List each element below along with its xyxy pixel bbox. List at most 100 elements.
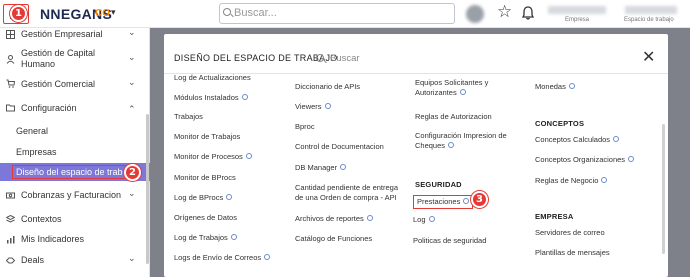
sidebar-item-label: Gestión Empresarial	[21, 29, 103, 39]
panel-link[interactable]: Log de Trabajos	[174, 233, 237, 243]
info-icon	[601, 177, 608, 184]
panel-link-label: Conceptos Organizaciones	[535, 155, 626, 164]
panel-link[interactable]: Log de Actualizaciones	[174, 73, 251, 83]
panel-link[interactable]: Cantidad pendiente de entrega de una Ord…	[295, 183, 407, 203]
panel-link[interactable]: Log de BProcs	[174, 193, 233, 203]
sidebar-item-label: Deals	[21, 255, 45, 265]
panel-link[interactable]: Log	[413, 215, 435, 225]
panel-link-label: Diccionario de APIs	[295, 82, 361, 91]
sidebar-item-label: Contextos	[21, 214, 62, 224]
panel-link[interactable]: Conceptos Organizaciones	[535, 155, 635, 165]
workspace-selector-label: Espacio de trabajo	[624, 17, 674, 23]
panel-link[interactable]: Conceptos Calculados	[535, 135, 620, 145]
panel-link[interactable]: Logs de Envío de Correos	[174, 253, 271, 263]
section-title-empresa: EMPRESA	[535, 212, 574, 221]
sidebar-item-capital-humano[interactable]: Gestión de Capital Humano ⌄	[0, 47, 150, 71]
section-title-seguridad: SEGURIDAD	[415, 180, 462, 189]
panel-link[interactable]: Politicas de seguridad	[413, 236, 486, 246]
info-icon	[241, 94, 248, 101]
info-icon	[448, 142, 455, 149]
chevron-down-icon: ⌄	[128, 253, 136, 263]
panel-link[interactable]: Orígenes de Datos	[174, 213, 237, 223]
cart-icon	[6, 79, 15, 88]
close-icon[interactable]: ✕	[642, 47, 655, 66]
sidebar-item-label: Gestión de Capital Humano	[21, 48, 96, 69]
panel-link[interactable]: Equipos Solicitantes y Autorizantes	[415, 78, 527, 98]
panel-link-label: Archivos de reportes	[295, 214, 364, 223]
info-icon	[324, 103, 331, 110]
sidebar-active-label: Diseño del espacio de trabajo	[12, 165, 139, 179]
panel-link-label: Reglas de Autorizacion	[415, 112, 492, 121]
sidebar-scrollbar[interactable]	[146, 114, 149, 264]
panel-link-label: Bproc	[295, 122, 315, 131]
panel-link-label: Monitor de Procesos	[174, 152, 243, 161]
sidebar-item-contextos[interactable]: Contextos	[0, 213, 150, 227]
sidebar-item-label: Configuración	[21, 103, 77, 113]
info-icon	[340, 164, 347, 171]
panel-link[interactable]: Diccionario de APIs	[295, 82, 360, 92]
panel-link-label: Trabajos	[174, 112, 203, 121]
panel-link[interactable]: Prestaciones	[413, 195, 474, 209]
panel-link[interactable]: DB Manager	[295, 163, 347, 173]
panel-link[interactable]: Viewers	[295, 102, 331, 112]
panel-link-label: Módulos Instalados	[174, 93, 239, 102]
sidebar-item-gestion-empresarial[interactable]: Gestión Empresarial ⌄	[0, 27, 150, 42]
panel-link[interactable]: Reglas de Autorizacion	[415, 112, 492, 122]
step-badge-1: 1	[10, 5, 27, 22]
panel-link-label: Viewers	[295, 102, 322, 111]
sidebar: Gestión Empresarial ⌄ Gestión de Capital…	[0, 27, 150, 277]
chevron-down-icon: ⌄	[128, 77, 136, 87]
top-bar: 1 NNEGANS CO ▾ Buscar... ☆ Empresa Espac…	[0, 0, 690, 28]
panel-search-placeholder: Buscar	[330, 53, 360, 64]
workspace-selector[interactable]	[625, 6, 677, 14]
notifications-bell-icon[interactable]	[522, 6, 534, 20]
chevron-down-icon: ⌄	[128, 27, 136, 37]
panel-link-label: Prestaciones	[417, 197, 461, 206]
panel-link[interactable]: Reglas de Negocio	[535, 176, 608, 186]
sidebar-item-deals[interactable]: Deals ⌄	[0, 253, 150, 268]
sidebar-item-cobranzas[interactable]: Cobranzas y Facturacion ⌄	[0, 188, 150, 203]
panel-link-label: DB Manager	[295, 163, 338, 172]
sidebar-item-label: Mis Indicadores	[21, 234, 85, 244]
company-selector[interactable]	[548, 6, 606, 14]
voice-assistant-icon[interactable]	[466, 5, 484, 23]
info-icon	[428, 216, 435, 223]
sidebar-subitem-empresas[interactable]: Empresas	[16, 147, 57, 157]
panel-link[interactable]: Servidores de correo	[535, 228, 605, 238]
sidebar-subitem-general[interactable]: General	[16, 126, 48, 136]
panel-link-label: Monedas	[535, 82, 566, 91]
panel-link[interactable]: Archivos de reportes	[295, 214, 373, 224]
global-search-input[interactable]: Buscar...	[219, 3, 455, 24]
panel-link[interactable]: Monitor de Trabajos	[174, 132, 240, 142]
info-icon	[459, 89, 466, 96]
panel-link-label: Log de Actualizaciones	[174, 73, 251, 82]
panel-link[interactable]: Monedas	[535, 82, 575, 92]
brand-chevron-down-icon[interactable]: ▾	[111, 7, 116, 18]
panel-link[interactable]: Monitor de BProcs	[174, 173, 236, 183]
sidebar-item-configuracion[interactable]: Configuración ⌃	[0, 101, 150, 115]
panel-link[interactable]: Control de Documentacion	[295, 142, 384, 152]
panel-link-label: Log	[413, 215, 426, 224]
panel-link[interactable]: Catálogo de Funciones	[295, 234, 372, 244]
panel-link[interactable]: Trabajos	[174, 112, 203, 122]
step-badge-2: 2	[124, 164, 141, 181]
panel-link[interactable]: Monitor de Procesos	[174, 152, 252, 162]
panel-scrollbar[interactable]	[662, 124, 665, 254]
favorites-star-icon[interactable]: ☆	[497, 2, 512, 22]
panel-link[interactable]: Plantillas de mensajes	[535, 248, 610, 258]
panel-search-input[interactable]: Buscar	[316, 53, 360, 64]
grid-icon	[6, 30, 15, 39]
panel-link-label: Plantillas de mensajes	[535, 248, 610, 257]
panel-link-label: Log de BProcs	[174, 193, 224, 202]
chevron-down-icon: ⌄	[128, 188, 136, 198]
panel-link[interactable]: Configuración Impresion de Cheques	[415, 131, 527, 151]
chart-icon	[7, 236, 15, 244]
sidebar-item-mis-indicadores[interactable]: Mis Indicadores	[0, 233, 150, 247]
info-icon	[264, 254, 271, 261]
panel-link[interactable]: Bproc	[295, 122, 315, 132]
search-icon	[316, 54, 324, 62]
panel-link[interactable]: Módulos Instalados	[174, 93, 248, 103]
sidebar-item-gestion-comercial[interactable]: Gestión Comercial ⌄	[0, 77, 150, 91]
panel-link-label: Equipos Solicitantes y Autorizantes	[415, 78, 489, 97]
info-icon	[226, 194, 233, 201]
